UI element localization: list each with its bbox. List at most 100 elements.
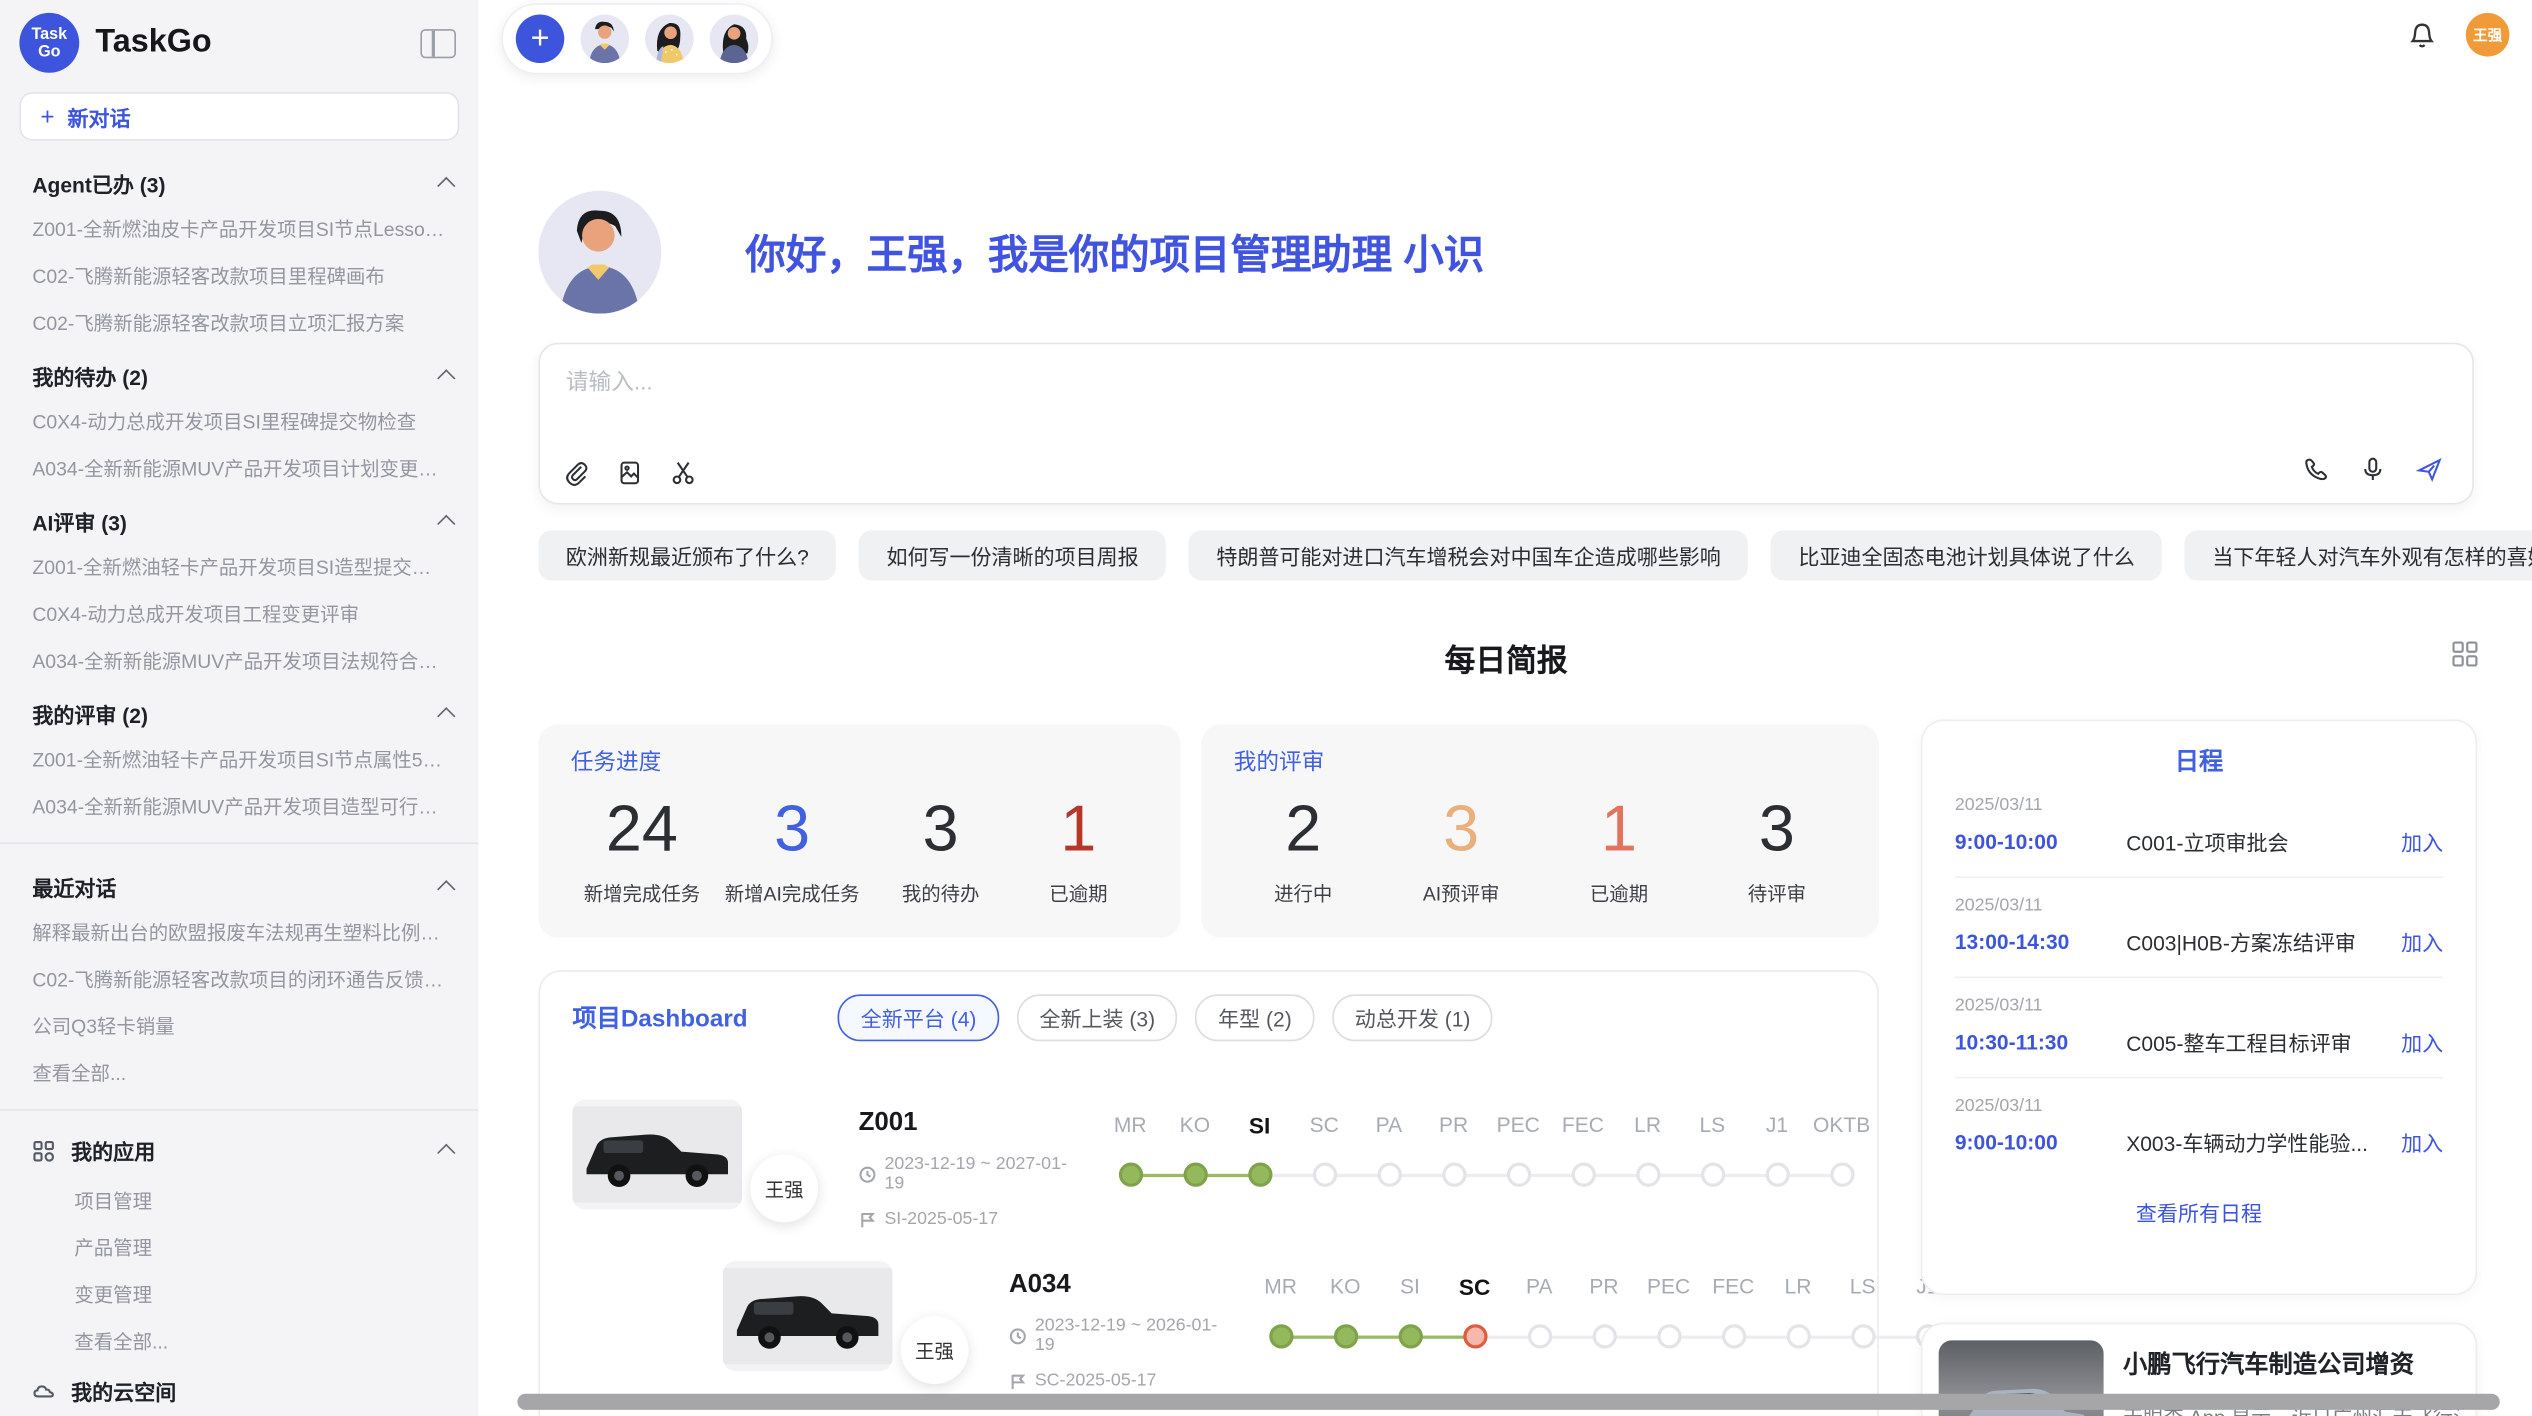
schedule-item: 2025/03/11 9:00-10:00 X003-车辆动力学性能验... 加… bbox=[1955, 1078, 2443, 1177]
join-link[interactable]: 加入 bbox=[2401, 1027, 2443, 1058]
section-recent-chats[interactable]: 最近对话 bbox=[0, 857, 479, 909]
add-session-button[interactable]: + bbox=[516, 15, 565, 64]
sidebar-item[interactable]: C02-飞腾新能源轻客改款项目立项汇报方案 bbox=[0, 299, 479, 346]
milestone-label: OKTB bbox=[1809, 1112, 1874, 1138]
milestone-dot bbox=[1830, 1163, 1854, 1187]
sidebar-item[interactable]: Z001-全新燃油轻卡产品开发项目SI造型提交物评审 bbox=[0, 543, 479, 590]
recent-chat-item[interactable]: 解释最新出台的欧盟报废车法规再生塑料比例被调至15%... bbox=[0, 909, 479, 956]
project-vehicle-image bbox=[723, 1261, 893, 1371]
tab-powertrain[interactable]: 动总开发 (1) bbox=[1332, 994, 1493, 1041]
sidebar-item-change-mgmt[interactable]: 变更管理 bbox=[0, 1271, 479, 1318]
topbar-right: 王强 bbox=[2408, 13, 2510, 57]
project-code: Z001 bbox=[859, 1109, 1085, 1138]
project-milestone-flag: SI-2025-05-17 bbox=[859, 1209, 1085, 1228]
view-all-schedule-link[interactable]: 查看所有日程 bbox=[1955, 1177, 2443, 1247]
session-avatar[interactable] bbox=[645, 15, 694, 64]
suggestion-chip[interactable]: 比亚迪全固态电池计划具体说了什么 bbox=[1771, 530, 2162, 580]
recent-chat-item[interactable]: C02-飞腾新能源轻客改款项目的闭环通告反馈情况 bbox=[0, 956, 479, 1003]
image-icon[interactable] bbox=[616, 459, 643, 486]
sidebar-item[interactable]: A034-全新新能源MUV产品开发项目计划变更表编写 bbox=[0, 445, 479, 492]
user-avatar[interactable]: 王强 bbox=[2466, 13, 2510, 57]
join-link[interactable]: 加入 bbox=[2401, 1127, 2443, 1158]
milestone-label: PR bbox=[1572, 1274, 1637, 1300]
milestone-label: MR bbox=[1098, 1112, 1163, 1138]
recent-chat-item[interactable]: 公司Q3轻卡销量 bbox=[0, 1002, 479, 1049]
session-avatar[interactable] bbox=[580, 15, 629, 64]
scissors-icon[interactable] bbox=[669, 459, 696, 486]
main-content: + 王强 你好，王强，我是你的项目管理助理 小识 bbox=[479, 0, 2532, 1416]
project-dates: 2023-12-19 ~ 2026-01-19 bbox=[1009, 1316, 1235, 1355]
schedule-date: 2025/03/11 bbox=[1955, 896, 2443, 915]
milestone-dot bbox=[1593, 1324, 1617, 1348]
phone-icon[interactable] bbox=[2302, 456, 2329, 483]
section-my-todo[interactable]: 我的待办 (2) bbox=[0, 346, 479, 398]
section-agent-done[interactable]: Agent已办 (3) bbox=[0, 154, 479, 206]
sidebar-item[interactable]: Z001-全新燃油皮卡产品开发项目SI节点Lesson Learn报告 bbox=[0, 205, 479, 252]
stat-label: 新增完成任务 bbox=[584, 880, 700, 907]
sidebar-item[interactable]: C0X4-动力总成开发项目工程变更评审 bbox=[0, 590, 479, 637]
stat-label: 待评审 bbox=[1720, 880, 1833, 907]
recent-chat-view-all[interactable]: 查看全部... bbox=[0, 1049, 479, 1096]
notification-bell-icon[interactable] bbox=[2408, 20, 2437, 49]
sidebar-item[interactable]: A034-全新新能源MUV产品开发项目法规符合性评审 bbox=[0, 637, 479, 684]
sidebar-apps-view-all[interactable]: 查看全部... bbox=[0, 1318, 479, 1365]
suggestion-chip[interactable]: 欧洲新规最近颁布了什么? bbox=[538, 530, 836, 580]
my-review-card: 我的评审 2 进行中 3 AI预评审 1 已逾期 3 bbox=[1201, 724, 1878, 937]
milestone-label: PA bbox=[1507, 1274, 1572, 1300]
project-row[interactable]: 王强 Z001 2023-12-19 ~ 2027-01-19 SI-2025-… bbox=[572, 1099, 1845, 1238]
project-row[interactable]: 王强 A034 2023-12-19 ~ 2026-01-19 SC-2025-… bbox=[723, 1261, 1996, 1400]
stat-value: 3 bbox=[725, 794, 860, 865]
send-icon[interactable] bbox=[2416, 456, 2443, 483]
schedule-date: 2025/03/11 bbox=[1955, 1096, 2443, 1115]
sidebar-item-project-mgmt[interactable]: 项目管理 bbox=[0, 1177, 479, 1224]
sidebar-item[interactable]: C0X4-动力总成开发项目SI里程碑提交物检查 bbox=[0, 398, 479, 445]
stat: 3 新增AI完成任务 bbox=[725, 794, 860, 907]
schedule-time: 9:00-10:00 bbox=[1955, 1130, 2126, 1154]
join-link[interactable]: 加入 bbox=[2401, 926, 2443, 957]
milestone-dot bbox=[1766, 1163, 1790, 1187]
section-my-review[interactable]: 我的评审 (2) bbox=[0, 684, 479, 736]
sidebar-item-product-mgmt[interactable]: 产品管理 bbox=[0, 1224, 479, 1271]
layout-grid-icon[interactable] bbox=[2451, 640, 2478, 676]
sidebar-item-cloud[interactable]: 我的云空间 bbox=[0, 1365, 479, 1416]
chevron-up-icon bbox=[437, 880, 455, 898]
schedule-name: C001-立项审批会 bbox=[2126, 826, 2385, 857]
section-ai-review[interactable]: AI评审 (3) bbox=[0, 492, 479, 544]
suggestion-chip[interactable]: 如何写一份清晰的项目周报 bbox=[859, 530, 1166, 580]
suggestion-chip[interactable]: 当下年轻人对汽车外观有怎样的喜好趋势 bbox=[2185, 530, 2532, 580]
milestone-dot bbox=[1442, 1163, 1466, 1187]
flag-icon bbox=[1009, 1372, 1027, 1390]
sidebar: Task Go TaskGo + 新对话 Agent已办 (3) Z001-全新… bbox=[0, 0, 479, 1416]
tab-new-body[interactable]: 全新上装 (3) bbox=[1017, 994, 1178, 1041]
new-chat-button[interactable]: + 新对话 bbox=[19, 92, 459, 141]
attachment-icon[interactable] bbox=[563, 459, 590, 486]
session-avatar[interactable] bbox=[710, 15, 759, 64]
project-dates: 2023-12-19 ~ 2027-01-19 bbox=[859, 1154, 1085, 1193]
schedule-time: 9:00-10:00 bbox=[1955, 829, 2126, 853]
microphone-icon[interactable] bbox=[2359, 456, 2386, 483]
schedule-panel: 日程 2025/03/11 9:00-10:00 C001-立项审批会 加入 2… bbox=[1921, 720, 2477, 1296]
message-input[interactable] bbox=[563, 367, 1863, 396]
logo-text-bottom: Go bbox=[38, 43, 60, 61]
sidebar-item[interactable]: C02-飞腾新能源轻客改款项目里程碑画布 bbox=[0, 252, 479, 299]
tab-new-platform[interactable]: 全新平台 (4) bbox=[838, 994, 999, 1041]
horizontal-scrollbar[interactable] bbox=[517, 1394, 2499, 1410]
milestone-label: KO bbox=[1163, 1112, 1228, 1138]
clock-icon bbox=[859, 1165, 877, 1183]
milestone-label-current: SC bbox=[1442, 1274, 1507, 1300]
sidebar-item-my-apps[interactable]: 我的应用 bbox=[0, 1124, 479, 1177]
chevron-up-icon bbox=[437, 369, 455, 387]
milestone-label: LS bbox=[1830, 1274, 1895, 1300]
stat: 2 进行中 bbox=[1247, 794, 1360, 907]
milestone-label: LR bbox=[1766, 1274, 1831, 1300]
sidebar-collapse-icon[interactable] bbox=[420, 28, 456, 57]
milestone-label: FEC bbox=[1701, 1274, 1766, 1300]
milestone-dot-done bbox=[1248, 1163, 1272, 1187]
join-link[interactable]: 加入 bbox=[2401, 826, 2443, 857]
greeting-text: 你好，王强，我是你的项目管理助理 小识 bbox=[745, 223, 1484, 281]
milestone-dot bbox=[1636, 1163, 1660, 1187]
suggestion-chip[interactable]: 特朗普可能对进口汽车增税会对中国车企造成哪些影响 bbox=[1189, 530, 1748, 580]
sidebar-item[interactable]: A034-全新新能源MUV产品开发项目造型可行性评审 bbox=[0, 783, 479, 830]
sidebar-item[interactable]: Z001-全新燃油轻卡产品开发项目SI节点属性5D文件评审 bbox=[0, 736, 479, 783]
tab-year-model[interactable]: 年型 (2) bbox=[1196, 994, 1315, 1041]
